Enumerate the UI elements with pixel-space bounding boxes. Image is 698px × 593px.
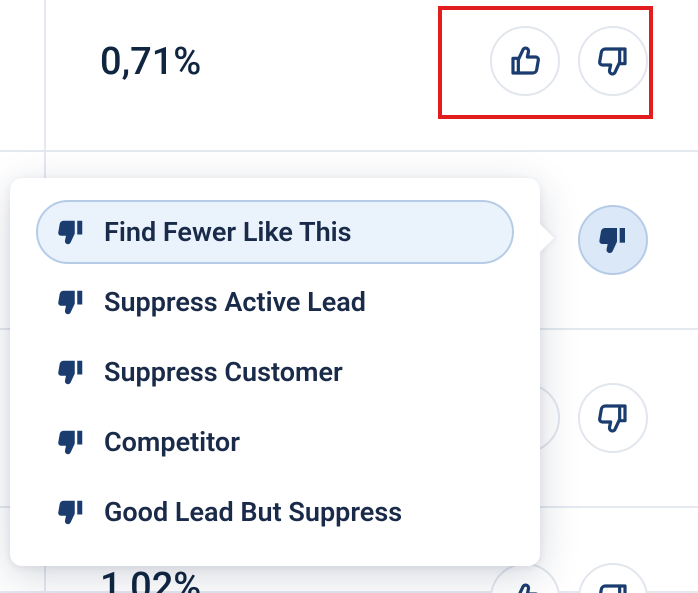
thumbs-down-icon — [597, 402, 629, 434]
thumbs-down-icon — [56, 357, 86, 387]
actions-cell — [406, 0, 698, 150]
thumbs-down-icon — [597, 45, 629, 77]
thumbs-up-button[interactable] — [490, 26, 560, 96]
percentage-value: 1,02% — [100, 565, 201, 593]
menu-item-label: Suppress Active Lead — [104, 286, 366, 318]
thumbs-down-button[interactable] — [578, 205, 648, 275]
thumbs-down-icon — [56, 427, 86, 457]
percentage-value: 0,71% — [100, 40, 201, 84]
menu-item-good-lead-suppress[interactable]: Good Lead But Suppress — [36, 480, 514, 544]
menu-item-label: Suppress Customer — [104, 356, 343, 388]
thumbs-down-button[interactable] — [578, 563, 648, 593]
thumbs-down-button[interactable] — [578, 26, 648, 96]
table-row: 0,71% — [0, 0, 698, 152]
thumbs-down-icon — [56, 497, 86, 527]
menu-item-label: Competitor — [104, 426, 240, 458]
menu-item-label: Good Lead But Suppress — [104, 496, 402, 528]
thumbs-up-icon — [509, 582, 541, 593]
thumbs-down-menu: Find Fewer Like This Suppress Active Lea… — [10, 178, 540, 566]
thumbs-down-icon — [56, 217, 86, 247]
value-cell: 0,71% — [46, 0, 406, 150]
thumbs-down-button[interactable] — [578, 383, 648, 453]
thumbs-up-icon — [509, 45, 541, 77]
menu-item-suppress-active-lead[interactable]: Suppress Active Lead — [36, 270, 514, 334]
thumbs-up-button[interactable] — [490, 563, 560, 593]
menu-item-competitor[interactable]: Competitor — [36, 410, 514, 474]
menu-item-find-fewer[interactable]: Find Fewer Like This — [36, 200, 514, 264]
menu-item-suppress-customer[interactable]: Suppress Customer — [36, 340, 514, 404]
thumbs-down-icon — [597, 582, 629, 593]
row-handle-cell — [0, 0, 46, 150]
thumbs-down-icon — [56, 287, 86, 317]
menu-item-label: Find Fewer Like This — [104, 216, 352, 248]
thumbs-down-icon — [597, 224, 629, 256]
